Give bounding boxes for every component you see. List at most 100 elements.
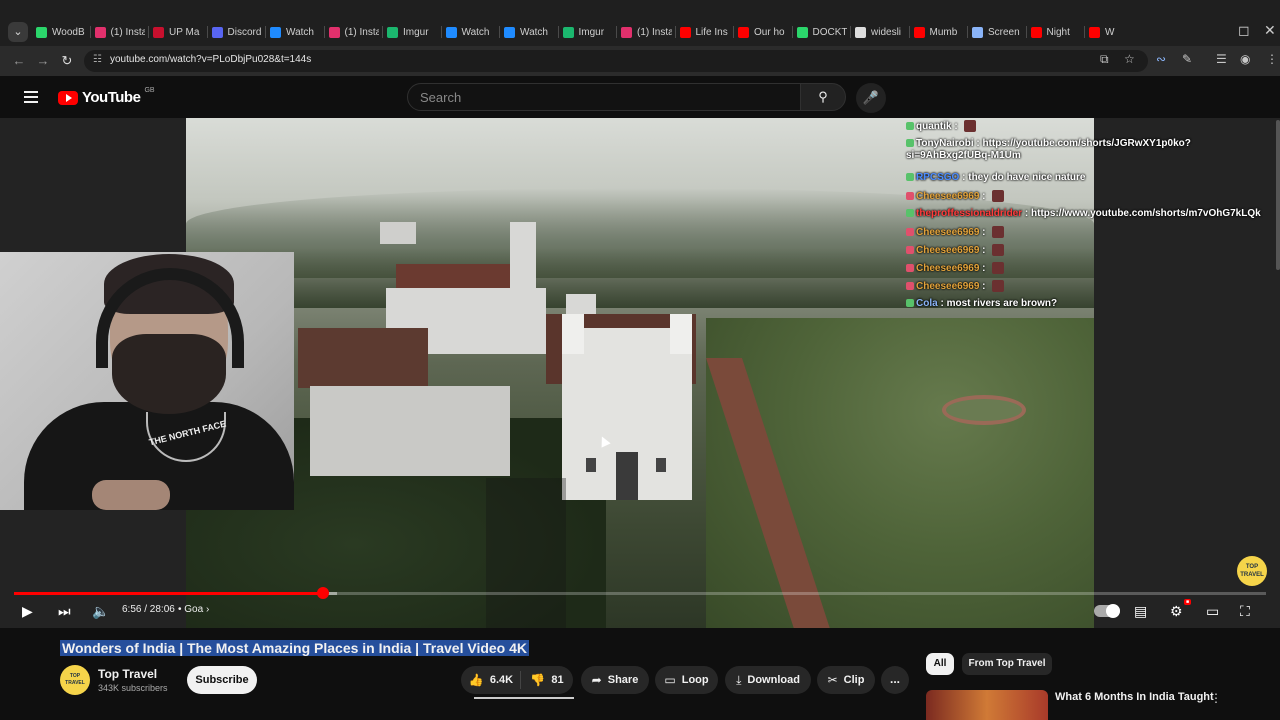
tab-label: Imgur xyxy=(578,26,605,38)
tab-label: UP Ma xyxy=(169,26,200,38)
bookmark-star-icon[interactable]: ☆ xyxy=(1124,52,1135,66)
address-bar[interactable]: ☷ youtube.com/watch?v=PLoDbjPu028&t=144s xyxy=(84,50,1148,72)
browser-tab-strip: ⌄ WoodB (1) Insta UP Ma Discord Watch (1) Ins… xyxy=(0,0,1280,46)
autoplay-toggle[interactable] xyxy=(1094,604,1120,618)
chapter-button[interactable]: • Goa › xyxy=(178,604,209,615)
video-frame[interactable]: TOP TRAVEL xyxy=(186,118,1094,628)
browser-menu-icon[interactable]: ⋮ xyxy=(1266,52,1278,66)
youtube-logo[interactable]: YouTube GB xyxy=(58,87,155,106)
country-code: GB xyxy=(144,87,155,94)
browser-tab[interactable]: UP Ma xyxy=(153,22,204,42)
volume-icon: 🔈 xyxy=(92,603,110,619)
tab-search-dropdown[interactable]: ⌄ xyxy=(8,22,28,42)
url-text[interactable]: youtube.com/watch?v=PLoDbjPu028&t=144s xyxy=(110,54,311,65)
tab-favicon-icon xyxy=(445,26,457,38)
browser-tab[interactable]: (1) Insta xyxy=(328,22,379,42)
recommended-thumbnail[interactable] xyxy=(926,690,1048,720)
theater-mode-button[interactable]: ▭ xyxy=(1206,601,1219,621)
extensions-icon[interactable]: ✎ xyxy=(1182,52,1192,66)
channel-watermark[interactable]: TOP TRAVEL xyxy=(1237,556,1267,586)
youtube-play-icon xyxy=(58,90,78,105)
monastery-roof xyxy=(298,328,428,388)
browser-tab[interactable]: Imgur xyxy=(387,22,438,42)
progress-bar[interactable] xyxy=(14,587,1266,599)
download-button[interactable]: ⤓ Download xyxy=(725,666,811,694)
browser-tab[interactable]: Our ho xyxy=(738,22,789,42)
tab-separator xyxy=(499,26,500,38)
chip-all[interactable]: All xyxy=(926,653,954,675)
maximize-icon[interactable]: ◻ xyxy=(1238,22,1250,39)
site-info-icon[interactable]: ☷ xyxy=(93,54,102,65)
like-divider xyxy=(520,671,521,689)
tab-favicon-icon xyxy=(153,26,164,38)
browser-tab[interactable]: Imgur xyxy=(562,22,614,42)
dislike-button[interactable]: 👎 81 xyxy=(521,666,573,694)
tab-favicon-icon xyxy=(972,26,983,38)
clip-button[interactable]: ✂ Clip xyxy=(817,666,875,694)
profile-avatar[interactable]: ◉ xyxy=(1240,52,1250,66)
channel-name[interactable]: Top Travel xyxy=(98,667,157,681)
browser-tab[interactable]: Watch xyxy=(504,22,555,42)
reload-icon[interactable]: ↻ xyxy=(58,52,76,70)
settings-button[interactable]: ⚙ xyxy=(1170,601,1183,621)
browser-tab[interactable]: Discord xyxy=(211,22,263,42)
extension-audio-icon[interactable]: ∾ xyxy=(1156,52,1166,66)
search-input[interactable] xyxy=(408,84,800,110)
browser-tab[interactable]: widesli xyxy=(855,22,906,42)
search-button[interactable]: ⚲ xyxy=(800,83,846,111)
youtube-masthead: YouTube GB ⚲ 🎤 xyxy=(0,76,1280,118)
tab-separator xyxy=(1084,26,1085,38)
tab-favicon-icon xyxy=(504,26,515,38)
fullscreen-button[interactable]: ⛶ xyxy=(1240,601,1250,621)
chapter-title: Goa xyxy=(184,604,204,615)
facade-turret-left xyxy=(562,314,584,354)
roundabout xyxy=(942,395,1026,425)
like-ratio-bar xyxy=(474,697,574,699)
browser-tab[interactable]: (1) Insta xyxy=(621,22,672,42)
page-scrollbar[interactable] xyxy=(1276,120,1280,270)
browser-tab[interactable]: (1) Insta xyxy=(94,22,145,42)
subscribe-button[interactable]: Subscribe xyxy=(187,666,257,694)
browser-toolbar: ← → ↻ ☷ youtube.com/watch?v=PLoDbjPu028&… xyxy=(0,46,1280,76)
share-button[interactable]: ➦ Share xyxy=(581,666,649,694)
browser-tab[interactable]: WoodB xyxy=(36,22,87,42)
menu-icon[interactable] xyxy=(24,91,38,103)
back-icon[interactable]: ← xyxy=(10,52,28,70)
browser-tab[interactable]: Mumb xyxy=(913,22,965,42)
channel-avatar[interactable]: TOP TRAVEL xyxy=(60,665,90,695)
tab-separator xyxy=(148,26,149,38)
clip-label: Clip xyxy=(843,674,865,686)
tab-label: DOCKT xyxy=(812,26,848,38)
browser-tab[interactable]: Night xyxy=(1030,22,1082,42)
loop-button[interactable]: ▭ Loop xyxy=(655,666,718,694)
forward-icon[interactable]: → xyxy=(34,52,52,70)
recommended-menu-icon[interactable]: ⋮ xyxy=(1210,691,1222,705)
media-controls-icon[interactable]: ☰ xyxy=(1216,52,1227,66)
chip-from-channel[interactable]: From Top Travel xyxy=(962,653,1052,675)
next-button[interactable]: ⏭ xyxy=(58,601,71,621)
progress-played xyxy=(14,592,324,595)
browser-tab[interactable]: DOCKT xyxy=(796,22,848,42)
like-button[interactable]: 👍 6.4K xyxy=(461,666,521,694)
tab-separator xyxy=(206,26,208,38)
video-player[interactable]: TOP TRAVEL THE NORTH FACE quantik : Tony… xyxy=(0,118,1280,628)
play-button[interactable]: ▶ xyxy=(22,601,33,621)
voice-search-button[interactable]: 🎤 xyxy=(856,83,886,113)
tab-label: WoodB xyxy=(52,26,85,38)
browser-tab[interactable]: Watch xyxy=(270,22,321,42)
microphone-icon: 🎤 xyxy=(862,90,880,105)
tab-separator xyxy=(908,26,910,38)
browser-tab[interactable]: Screen xyxy=(972,22,1023,42)
more-actions-button[interactable]: ... xyxy=(881,666,909,694)
mute-button[interactable]: 🔈 xyxy=(92,601,109,621)
subtitles-button[interactable]: ▤ xyxy=(1134,601,1147,621)
browser-tab[interactable]: Life Ins xyxy=(679,22,731,42)
install-app-icon[interactable]: ⧉ xyxy=(1100,52,1109,67)
recommended-title[interactable]: What 6 Months In India Taught xyxy=(1055,691,1214,703)
close-window-icon[interactable]: ✕ xyxy=(1264,22,1276,39)
search-icon: ⚲ xyxy=(818,89,828,104)
browser-tab[interactable]: Watch xyxy=(445,22,497,42)
browser-tab[interactable]: W xyxy=(1089,22,1140,42)
like-count: 6.4K xyxy=(489,674,514,686)
hd-badge-icon: ■ xyxy=(1184,599,1192,605)
